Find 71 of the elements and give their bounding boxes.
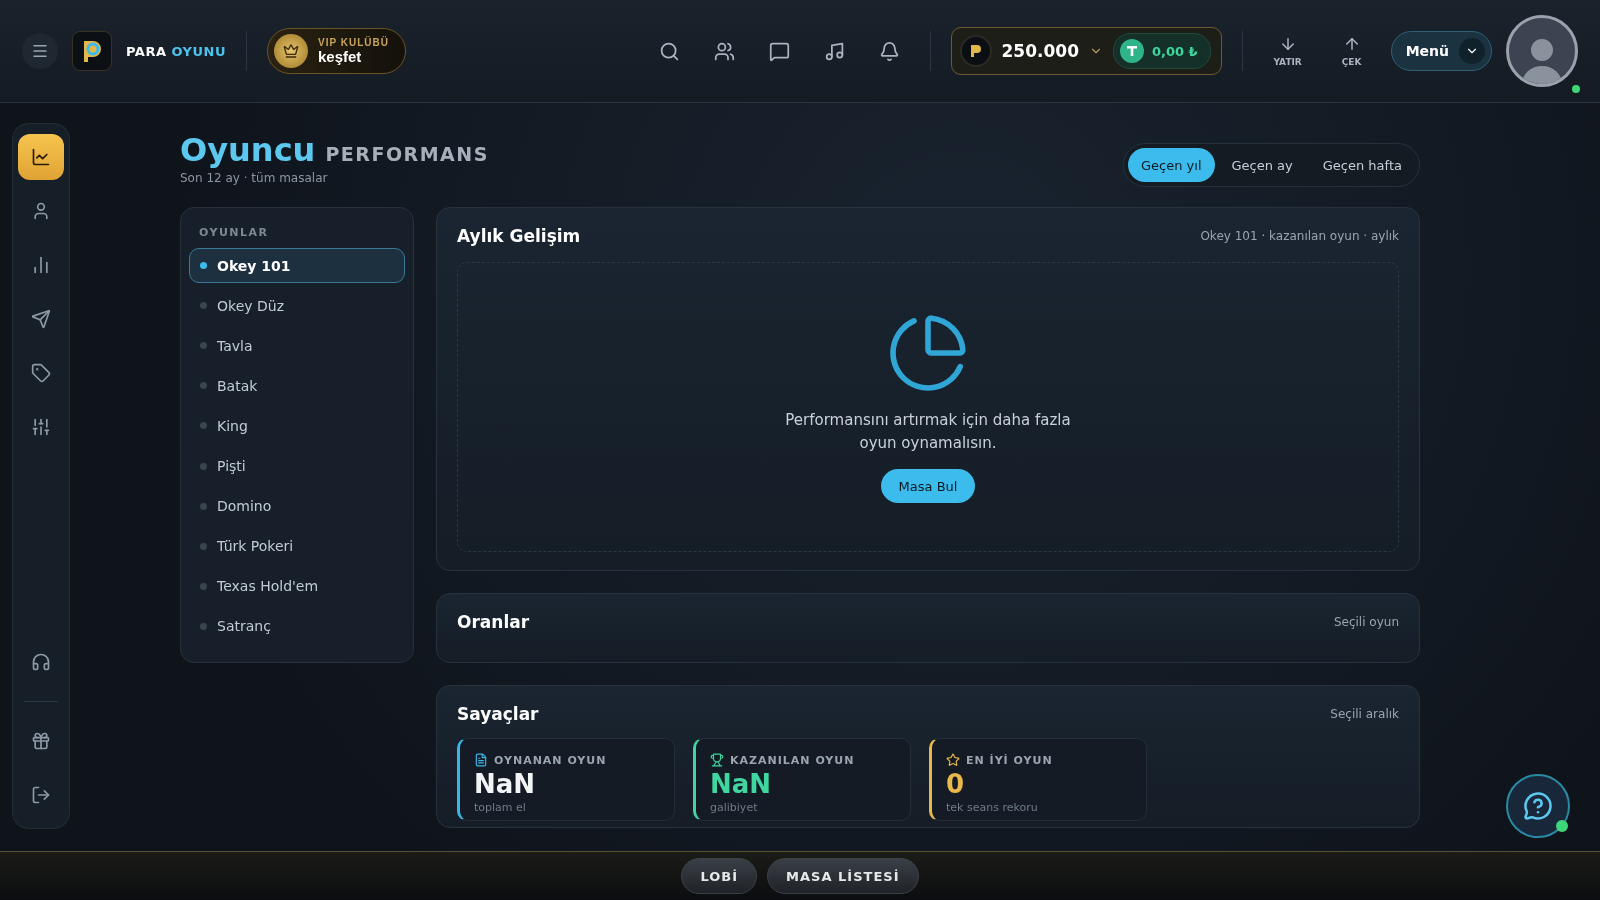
page-subtitle: Son 12 ay · tüm masalar	[180, 171, 329, 185]
game-item[interactable]: Tavla	[189, 328, 405, 364]
find-table-button[interactable]: Masa Bul	[880, 469, 976, 504]
headset-icon	[31, 652, 51, 672]
card-title: Oranlar	[457, 612, 530, 632]
game-item[interactable]: Satranç	[189, 608, 405, 644]
game-item[interactable]: Batak	[189, 368, 405, 404]
line-chart-icon	[31, 147, 51, 167]
game-item[interactable]: Texas Hold'em	[189, 568, 405, 604]
counter-note: tek seans rekoru	[946, 801, 1039, 814]
gift-icon	[31, 731, 51, 751]
game-item[interactable]: King	[189, 408, 405, 444]
menu-button[interactable]	[22, 33, 58, 69]
brand-name: PARA OYUNU	[126, 43, 226, 59]
empty-state-text: Performansını artırmak için daha fazla oyun oynamalısın.	[784, 409, 1072, 454]
games-heading: OYUNLAR	[198, 226, 270, 241]
bottom-nav-button[interactable]: LOBİ	[681, 858, 758, 894]
game-item[interactable]: Pişti	[189, 448, 405, 484]
range-tab[interactable]: Geçen yıl	[1128, 148, 1215, 182]
counter-value: 0	[946, 769, 966, 799]
card-meta: Seçili oyun	[1333, 615, 1399, 629]
paper-plane-icon	[31, 309, 51, 329]
coin-icon	[959, 35, 992, 67]
vip-label: VIP KULÜBÜ	[318, 37, 389, 48]
page-title: Oyuncu	[180, 131, 316, 169]
caret-icon	[1459, 38, 1485, 64]
card-meta: Seçili aralık	[1330, 707, 1399, 721]
vip-club-button[interactable]: VIP KULÜBÜ keşfet	[267, 28, 406, 74]
crypto-balance: 0,00 ₺	[1151, 43, 1198, 59]
range-tab[interactable]: Geçen hafta	[1309, 148, 1415, 182]
counter-label: KAZANILAN OYUN	[730, 753, 855, 767]
counter-label: EN İYİ OYUN	[966, 753, 1053, 767]
star-icon	[946, 753, 960, 767]
line-chart-button[interactable]	[18, 134, 64, 180]
bottom-nav-button[interactable]: MASA LİSTESİ	[767, 858, 919, 894]
game-item[interactable]: Domino	[189, 488, 405, 524]
user-icon	[31, 201, 51, 221]
tag-icon	[31, 363, 51, 383]
document-icon	[474, 753, 488, 767]
help-chat-icon	[1523, 791, 1553, 821]
trophy-icon	[710, 753, 724, 767]
counter-value: NaN	[710, 769, 773, 799]
users-icon	[713, 40, 735, 62]
game-item[interactable]: Türk Pokeri	[189, 528, 405, 564]
crown-icon	[274, 34, 308, 68]
menu-icon	[31, 42, 49, 60]
page-title-suffix: PERFORMANS	[325, 143, 489, 165]
counter-note: toplam el	[474, 801, 527, 814]
logout-icon	[31, 785, 51, 805]
sliders-icon	[31, 417, 51, 437]
bell-icon	[878, 40, 900, 62]
tether-icon	[1119, 39, 1144, 63]
search-icon	[658, 40, 680, 62]
coin-balance: 250.000	[1001, 41, 1079, 61]
chat-icon	[768, 40, 790, 62]
counter-value: NaN	[474, 769, 537, 799]
withdraw-button[interactable]: ÇEK	[1326, 34, 1377, 68]
card-meta: Okey 101 · kazanılan oyun · aylık	[1200, 229, 1399, 243]
bar-chart-icon	[31, 255, 51, 275]
music-note-icon	[823, 40, 845, 62]
logo-icon	[72, 31, 112, 71]
game-item[interactable]: Okey 101	[189, 248, 405, 284]
counter-note: galibiyet	[710, 801, 759, 814]
range-tab[interactable]: Geçen ay	[1218, 148, 1306, 182]
menu-dropdown[interactable]: Menü	[1390, 31, 1492, 71]
card-title: Aylık Gelişim	[457, 226, 581, 246]
deposit-button[interactable]: YATIR	[1262, 34, 1313, 68]
counter-label: OYNANAN OYUN	[494, 753, 607, 767]
vip-action: keşfet	[318, 48, 362, 65]
game-item[interactable]: Okey Düz	[189, 288, 405, 324]
card-title: Sayaçlar	[457, 704, 539, 724]
